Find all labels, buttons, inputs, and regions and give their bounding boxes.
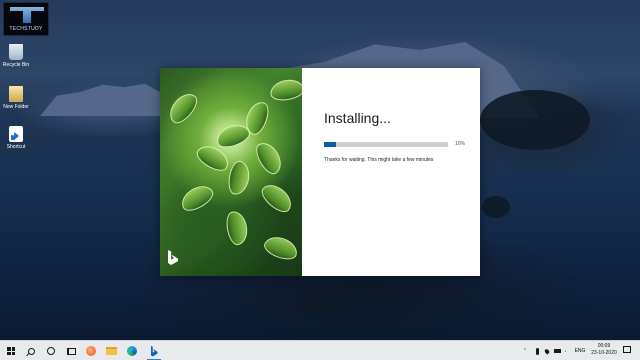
cortana-button[interactable]	[44, 344, 58, 358]
location-icon	[543, 347, 551, 355]
task-view-icon	[66, 347, 76, 355]
succulent-leaf	[268, 77, 302, 103]
recycle-bin-icon	[9, 44, 23, 60]
bing-icon	[168, 250, 178, 265]
clock-date: 23-10-2020	[591, 350, 617, 356]
desktop-icon-recycle-bin[interactable]: Recycle Bin	[2, 44, 30, 68]
installer-content: Installing... 10% Thanks for waiting. Th…	[302, 68, 480, 276]
desktop-logo: TECHSTUDY	[3, 2, 49, 36]
desktop-icon-new-folder[interactable]: New Folder	[2, 86, 30, 110]
clock[interactable]: 00:09 23-10-2020	[588, 343, 620, 357]
tray-microphone[interactable]	[533, 344, 541, 358]
search-icon	[27, 347, 35, 355]
succulent-leaf	[177, 180, 217, 216]
search-button[interactable]	[24, 344, 38, 358]
tray-location[interactable]	[543, 344, 551, 358]
logo-text: TECHSTUDY	[9, 26, 43, 32]
succulent-leaf	[261, 232, 301, 264]
start-button[interactable]	[4, 344, 18, 358]
succulent-leaf	[257, 179, 297, 217]
progress-percent: 10%	[455, 141, 466, 147]
clock-time: 00:09	[597, 343, 611, 349]
tray-volume[interactable]: ♩	[563, 344, 571, 358]
bing-taskbar-button[interactable]	[147, 344, 161, 358]
wallpaper-island	[40, 83, 180, 116]
installer-hero-image	[160, 68, 302, 276]
app-icon	[86, 346, 96, 356]
cortana-icon	[47, 347, 55, 355]
succulent-leaf	[164, 88, 202, 128]
file-explorer-button[interactable]	[104, 344, 118, 358]
taskbar: ⌃ ♩ ENG 00:09 23-10-2020	[0, 340, 640, 360]
installer-window: Installing... 10% Thanks for waiting. Th…	[160, 68, 480, 276]
edge-button[interactable]	[125, 344, 139, 358]
shortcut-icon	[9, 126, 23, 142]
tray-battery[interactable]	[553, 344, 561, 358]
succulent-leaf	[224, 209, 250, 247]
language-indicator[interactable]: ENG	[572, 344, 588, 358]
logo-mark	[10, 7, 44, 23]
desktop-icon-label: New Folder	[3, 104, 29, 110]
bing-icon	[150, 345, 158, 357]
desktop-icon-label: Shortcut	[6, 144, 26, 150]
progress-bar-fill	[324, 142, 337, 147]
folder-icon	[9, 86, 23, 102]
progress-bar	[324, 142, 448, 147]
taskbar-app[interactable]	[84, 344, 98, 358]
installer-title: Installing...	[324, 110, 391, 126]
notification-icon[interactable]	[623, 346, 631, 353]
volume-icon: ♩	[564, 348, 570, 354]
installer-message: Thanks for waiting. This might take a fe…	[324, 157, 434, 163]
microphone-icon	[535, 347, 539, 355]
file-explorer-icon	[105, 347, 117, 355]
desktop-icon-label: Recycle Bin	[2, 62, 30, 68]
desktop-icon-shortcut[interactable]: Shortcut	[2, 126, 30, 150]
tray-chevron[interactable]: ⌃	[521, 344, 529, 358]
task-view-button[interactable]	[64, 344, 78, 358]
wallpaper-rock	[480, 90, 590, 150]
succulent-leaf	[251, 138, 287, 178]
start-icon	[7, 347, 15, 355]
edge-icon	[127, 346, 137, 356]
succulent-leaf	[226, 159, 252, 197]
language-label: ENG	[574, 348, 586, 354]
wallpaper-rock	[482, 196, 510, 218]
wallpaper-rock	[300, 296, 340, 316]
chevron-up-icon: ⌃	[522, 348, 528, 354]
battery-icon	[553, 349, 561, 353]
